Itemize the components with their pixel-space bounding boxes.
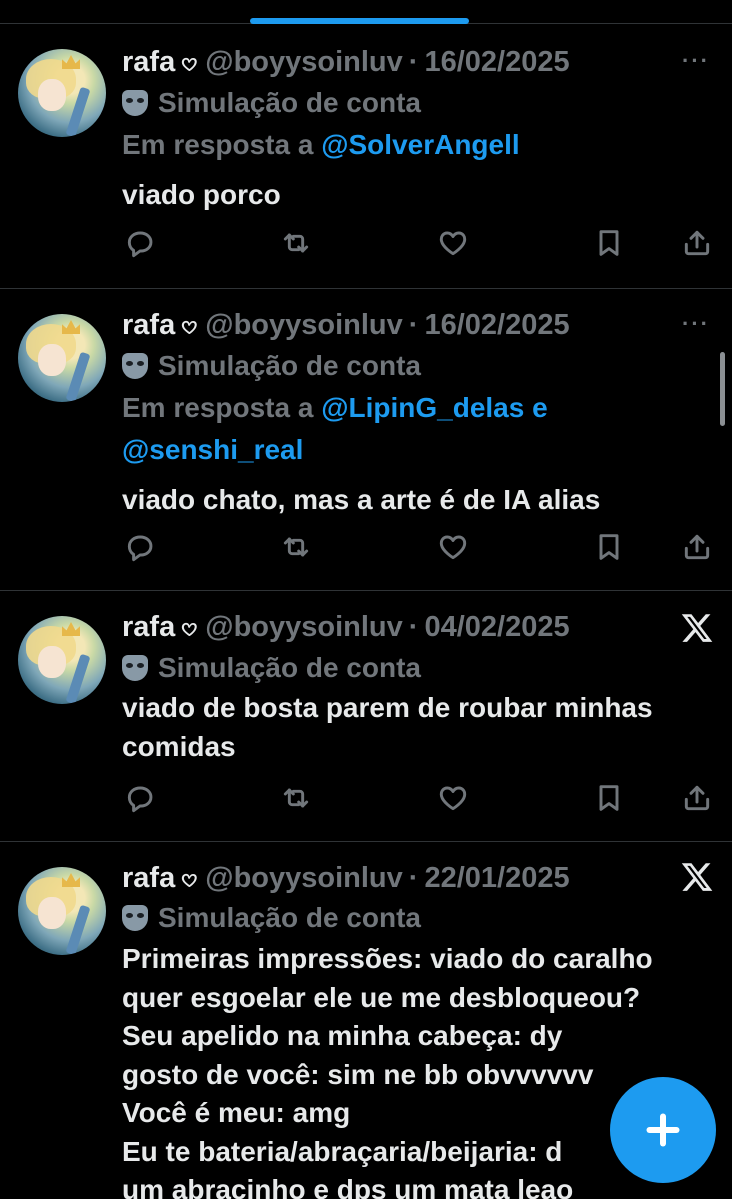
- avatar[interactable]: [18, 314, 106, 402]
- mention-link[interactable]: @SolverAngell: [321, 129, 519, 160]
- reply-context: Em resposta a @SolverAngell: [122, 124, 520, 166]
- tweet-actions: [122, 529, 716, 569]
- separator: ·: [408, 861, 419, 894]
- retweet-icon: [283, 537, 309, 557]
- like-button[interactable]: [435, 780, 471, 816]
- like-button[interactable]: [435, 225, 471, 261]
- tweet[interactable]: rafa 𖹭 @boyysoinluv · 16/02/2025 ··· Sim…: [0, 24, 732, 289]
- name-emoji: 𖹭: [181, 865, 198, 893]
- reply-icon: [127, 535, 153, 562]
- display-name[interactable]: rafa: [122, 46, 175, 79]
- reply-context-continued: @senshi_real: [122, 429, 303, 471]
- user-handle[interactable]: @boyysoinluv: [205, 862, 402, 895]
- share-button[interactable]: [679, 529, 715, 565]
- scrollbar[interactable]: [720, 352, 725, 426]
- mention-link[interactable]: @senshi_real: [122, 434, 303, 465]
- user-handle[interactable]: @boyysoinluv: [205, 309, 402, 342]
- timeline-page: rafa 𖹭 @boyysoinluv · 16/02/2025 ··· Sim…: [0, 0, 732, 1199]
- display-name[interactable]: rafa: [122, 611, 175, 644]
- mask-icon: [122, 353, 148, 379]
- tweet-actions: [122, 225, 716, 265]
- reply-button[interactable]: [122, 780, 158, 816]
- tweet-header: rafa 𖹭 @boyysoinluv · 16/02/2025: [122, 307, 570, 343]
- tweet-date[interactable]: 16/02/2025: [424, 309, 569, 342]
- user-handle[interactable]: @boyysoinluv: [205, 46, 402, 79]
- share-button[interactable]: [679, 225, 715, 261]
- display-name[interactable]: rafa: [122, 309, 175, 342]
- like-icon: [439, 786, 467, 811]
- retweet-button[interactable]: [278, 780, 314, 816]
- tweet-header: rafa 𖹭 @boyysoinluv · 16/02/2025: [122, 44, 570, 80]
- display-name[interactable]: rafa: [122, 862, 175, 895]
- tweet-date[interactable]: 04/02/2025: [424, 611, 569, 644]
- tweet-actions: [122, 780, 716, 820]
- bookmark-button[interactable]: [591, 780, 627, 816]
- retweet-icon: [283, 233, 309, 253]
- tweet-date[interactable]: 16/02/2025: [424, 46, 569, 79]
- bookmark-icon: [599, 785, 619, 811]
- separator: ·: [408, 610, 419, 643]
- retweet-button[interactable]: [278, 529, 314, 565]
- simulation-label: Simulação de conta: [122, 651, 421, 685]
- simulation-text: Simulação de conta: [158, 350, 421, 381]
- reply-icon: [127, 231, 153, 258]
- more-options-icon[interactable]: ···: [682, 311, 710, 337]
- bookmark-button[interactable]: [591, 529, 627, 565]
- x-logo-icon[interactable]: [680, 860, 714, 894]
- avatar[interactable]: [18, 49, 106, 137]
- tweet-header: rafa 𖹭 @boyysoinluv · 04/02/2025: [122, 609, 570, 645]
- plus-icon: [646, 1113, 680, 1147]
- like-icon: [439, 231, 467, 256]
- reply-prefix: Em resposta a: [122, 129, 314, 160]
- reply-icon: [127, 786, 153, 813]
- tweet-text: viado porco: [122, 179, 281, 210]
- user-handle[interactable]: @boyysoinluv: [205, 611, 402, 644]
- tweet[interactable]: rafa 𖹭 @boyysoinluv · 16/02/2025 ··· Sim…: [0, 289, 732, 591]
- simulation-text: Simulação de conta: [158, 87, 421, 118]
- like-icon: [439, 535, 467, 560]
- name-emoji: 𖹭: [181, 312, 198, 340]
- reply-prefix: Em resposta a: [122, 392, 314, 423]
- bookmark-icon: [599, 534, 619, 560]
- mention-link[interactable]: @LipinG_delas: [321, 392, 524, 423]
- separator: ·: [408, 45, 419, 78]
- share-icon: [684, 534, 710, 560]
- mask-icon: [122, 90, 148, 116]
- tweet-text: viado chato, mas a arte é de IA alias: [122, 484, 601, 515]
- simulation-text: Simulação de conta: [158, 902, 421, 933]
- bookmark-icon: [599, 230, 619, 256]
- avatar[interactable]: [18, 867, 106, 955]
- more-options-icon[interactable]: ···: [682, 48, 710, 74]
- x-logo-icon[interactable]: [680, 611, 714, 645]
- mention-join: e: [532, 392, 548, 423]
- share-button[interactable]: [679, 780, 715, 816]
- tweet-header: rafa 𖹭 @boyysoinluv · 22/01/2025: [122, 860, 570, 896]
- compose-button[interactable]: [610, 1077, 716, 1183]
- simulation-label: Simulação de conta: [122, 349, 421, 383]
- simulation-label: Simulação de conta: [122, 901, 421, 935]
- mask-icon: [122, 905, 148, 931]
- reply-button[interactable]: [122, 529, 158, 565]
- name-emoji: 𖹭: [181, 614, 198, 642]
- share-icon: [684, 230, 710, 256]
- tweet-date[interactable]: 22/01/2025: [424, 862, 569, 895]
- retweet-icon: [283, 788, 309, 808]
- tweet[interactable]: rafa 𖹭 @boyysoinluv · 04/02/2025 Simulaç…: [0, 591, 732, 842]
- simulation-text: Simulação de conta: [158, 652, 421, 683]
- tweet-text: viado de bosta parem de roubar minhas co…: [122, 692, 653, 762]
- retweet-button[interactable]: [278, 225, 314, 261]
- reply-context: Em resposta a @LipinG_delas e: [122, 387, 548, 429]
- name-emoji: 𖹭: [181, 49, 198, 77]
- share-icon: [684, 785, 710, 811]
- avatar[interactable]: [18, 616, 106, 704]
- simulation-label: Simulação de conta: [122, 86, 421, 120]
- separator: ·: [408, 308, 419, 341]
- like-button[interactable]: [435, 529, 471, 565]
- mask-icon: [122, 655, 148, 681]
- reply-button[interactable]: [122, 225, 158, 261]
- bookmark-button[interactable]: [591, 225, 627, 261]
